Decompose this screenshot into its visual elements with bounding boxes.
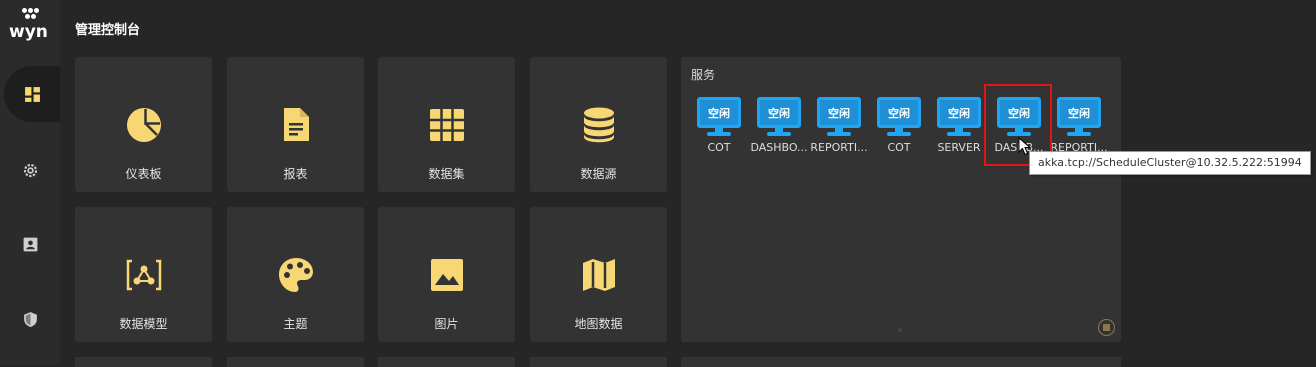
service-name: COT xyxy=(887,141,911,154)
monitor-icon: 空闲 xyxy=(1057,97,1101,137)
service-name: DASHBO... xyxy=(750,141,808,154)
service-name: SERVER xyxy=(937,141,981,154)
contact-card-icon xyxy=(23,237,37,251)
services-title: 服务 xyxy=(691,68,716,82)
gear-icon xyxy=(23,163,37,177)
monitor-icon: 空闲 xyxy=(697,97,741,137)
service-status: 空闲 xyxy=(757,97,801,128)
monitor-icon: 空闲 xyxy=(757,97,801,137)
monitor-icon: 空闲 xyxy=(817,97,861,137)
tile-theme[interactable]: 主题 xyxy=(227,207,364,342)
monitor-icon: 空闲 xyxy=(877,97,921,137)
tile-row3-3[interactable] xyxy=(378,357,515,367)
map-icon xyxy=(581,257,617,293)
service-status: 空闲 xyxy=(817,97,861,128)
tile-label: 图片 xyxy=(434,317,459,331)
tile-label: 主题 xyxy=(283,317,308,331)
services-panel: 服务 空闲 COT 空闲 DASHBO... 空闲 REPORTI... 空闲 … xyxy=(681,57,1121,342)
sidebar-item-settings[interactable] xyxy=(0,142,60,198)
service-status: 空闲 xyxy=(937,97,981,128)
pie-chart-icon xyxy=(126,107,162,143)
tile-map-data[interactable]: 地图数据 xyxy=(530,207,667,342)
service-node[interactable]: 空闲 DASHBO... xyxy=(749,97,809,157)
service-node[interactable]: 空闲 REPORTI... xyxy=(1049,97,1109,157)
tile-label: 数据集 xyxy=(428,167,465,181)
service-status: 空闲 xyxy=(697,97,741,128)
sidebar: wyn xyxy=(0,0,60,365)
tile-image[interactable]: 图片 xyxy=(378,207,515,342)
tile-report[interactable]: 报表 xyxy=(227,57,364,192)
tile-label: 仪表板 xyxy=(125,167,162,181)
service-name: COT xyxy=(707,141,731,154)
logo-dots xyxy=(22,8,40,22)
image-icon xyxy=(429,257,465,293)
scroll-indicator xyxy=(898,328,902,332)
data-model-icon xyxy=(126,257,162,293)
shield-icon xyxy=(23,311,37,327)
database-icon xyxy=(581,107,617,143)
panel-row3 xyxy=(681,357,1121,367)
tile-dataset[interactable]: 数据集 xyxy=(378,57,515,192)
tile-data-model[interactable]: 数据模型 xyxy=(75,207,212,342)
wyn-logo[interactable]: wyn xyxy=(8,8,52,44)
tile-row3-4[interactable] xyxy=(530,357,667,367)
node-tooltip: akka.tcp://ScheduleCluster@10.32.5.222:5… xyxy=(1029,151,1311,175)
tile-label: 地图数据 xyxy=(574,317,623,331)
service-status: 空闲 xyxy=(1057,97,1101,128)
mouse-cursor-icon xyxy=(1018,137,1032,156)
tile-datasource[interactable]: 数据源 xyxy=(530,57,667,192)
tile-dashboard[interactable]: 仪表板 xyxy=(75,57,212,192)
logo-text: wyn xyxy=(9,22,48,42)
monitor-icon: 空闲 xyxy=(937,97,981,137)
tile-label: 数据源 xyxy=(580,167,617,181)
tile-label: 报表 xyxy=(283,167,308,181)
service-node[interactable]: 空闲 COT xyxy=(689,97,749,157)
page-title: 管理控制台 xyxy=(75,23,141,38)
dashboard-icon xyxy=(24,86,40,102)
service-node[interactable]: 空闲 REPORTI... xyxy=(809,97,869,157)
document-icon xyxy=(278,107,314,143)
tile-row3-2[interactable] xyxy=(227,357,364,367)
service-name: REPORTI... xyxy=(810,141,868,154)
palette-icon xyxy=(278,257,314,293)
service-node[interactable]: 空闲 SERVER xyxy=(929,97,989,157)
grid-table-icon xyxy=(429,107,465,143)
tile-row3-1[interactable] xyxy=(75,357,212,367)
stop-icon[interactable] xyxy=(1098,319,1115,336)
tile-label: 数据模型 xyxy=(119,317,168,331)
sidebar-item-security[interactable] xyxy=(0,291,60,347)
sidebar-item-account[interactable] xyxy=(0,216,60,272)
service-status: 空闲 xyxy=(877,97,921,128)
sidebar-item-dashboard[interactable] xyxy=(4,66,60,122)
service-node[interactable]: 空闲 COT xyxy=(869,97,929,157)
